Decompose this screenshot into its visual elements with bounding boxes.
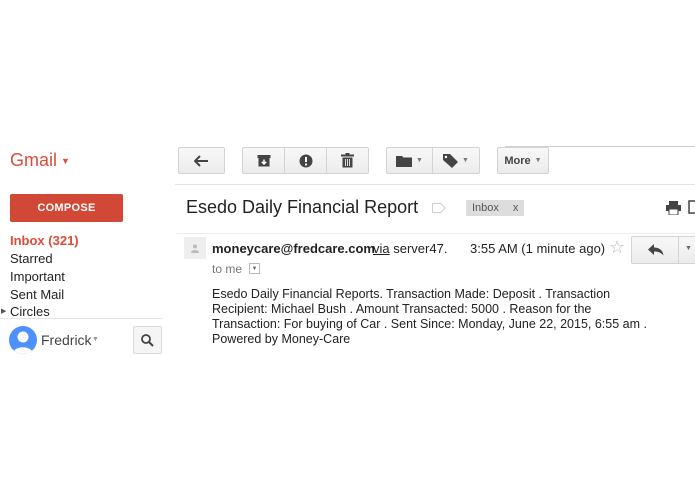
search-people-button[interactable] <box>133 326 162 354</box>
avatar[interactable] <box>9 326 37 354</box>
sidebar-item-important[interactable]: Important <box>10 269 65 284</box>
archive-button[interactable] <box>242 147 285 174</box>
chevron-down-icon: ▼ <box>416 157 423 164</box>
sidebar-item-inbox[interactable]: Inbox (321) <box>10 233 79 248</box>
expand-arrow-icon[interactable]: ▶ <box>1 307 6 315</box>
show-details-button[interactable]: ▼ <box>249 263 260 274</box>
body-line: Transaction: For buying of Car . Sent Si… <box>212 317 647 331</box>
search-icon <box>141 333 154 347</box>
star-icon[interactable]: ☆ <box>609 237 625 258</box>
body-line: Recipient: Michael Bush . Amount Transac… <box>212 302 592 316</box>
archive-icon <box>257 155 270 167</box>
person-icon <box>191 244 199 253</box>
label-chip-inbox[interactable]: Inbox x <box>466 200 525 216</box>
body-line: Powered by Money-Care <box>212 332 351 346</box>
chevron-down-icon: ▼ <box>534 157 542 164</box>
reply-icon[interactable] <box>648 244 664 256</box>
divider <box>678 237 679 263</box>
message-body: Esedo Daily Financial Reports. Transacti… <box>212 287 652 347</box>
remove-label-button[interactable]: x <box>513 202 519 214</box>
reply-button-group[interactable]: ▼ <box>631 236 695 264</box>
move-to-button[interactable]: ▼ <box>386 147 433 174</box>
sidebar-item-starred[interactable]: Starred <box>10 251 53 266</box>
more-button[interactable]: More ▼ <box>497 147 549 174</box>
trash-icon <box>341 153 354 168</box>
app-name: Gmail <box>10 150 58 170</box>
chevron-down-icon[interactable]: ▼ <box>92 336 99 343</box>
sender-email[interactable]: moneycare@fredcare.com <box>212 241 375 256</box>
hangouts-user-name[interactable]: Fredrick <box>41 332 92 348</box>
chevron-down-icon: ▼ <box>462 157 469 164</box>
report-spam-icon <box>299 154 312 167</box>
server-name: server47. <box>393 241 448 256</box>
report-spam-button[interactable] <box>284 147 327 174</box>
label-icon[interactable] <box>432 203 446 213</box>
more-label: More <box>504 154 531 167</box>
sidebar-item-sent-mail[interactable]: Sent Mail <box>10 287 64 302</box>
toolbar-divider <box>175 184 695 185</box>
new-window-icon[interactable] <box>688 200 695 214</box>
labels-button[interactable]: ▼ <box>432 147 480 174</box>
print-icon[interactable] <box>666 201 681 215</box>
folder-icon <box>396 155 413 167</box>
gmail-menu[interactable]: Gmail ▼ <box>10 150 70 171</box>
chevron-down-icon[interactable]: ▼ <box>685 245 692 252</box>
message-subject: Esedo Daily Financial Report <box>186 197 419 217</box>
body-line: Esedo Daily Financial Reports. Transacti… <box>212 287 611 301</box>
via-link[interactable]: via <box>373 241 390 256</box>
divider <box>0 318 162 319</box>
sidebar-item-circles[interactable]: Circles <box>10 304 50 319</box>
compose-button[interactable]: COMPOSE <box>10 194 123 222</box>
label-tag-icon <box>443 153 459 168</box>
via-server: via server47. <box>373 241 447 256</box>
message-time: 3:55 AM (1 minute ago) <box>470 241 606 256</box>
recipient-to: to me <box>212 262 243 276</box>
person-icon <box>13 331 33 354</box>
back-button[interactable] <box>178 147 225 174</box>
sender-avatar <box>184 237 206 259</box>
divider <box>176 233 695 234</box>
back-arrow-icon <box>193 154 208 167</box>
delete-button[interactable] <box>326 147 369 174</box>
chevron-down-icon: ▼ <box>61 156 70 167</box>
label-chip-text: Inbox <box>472 202 499 214</box>
